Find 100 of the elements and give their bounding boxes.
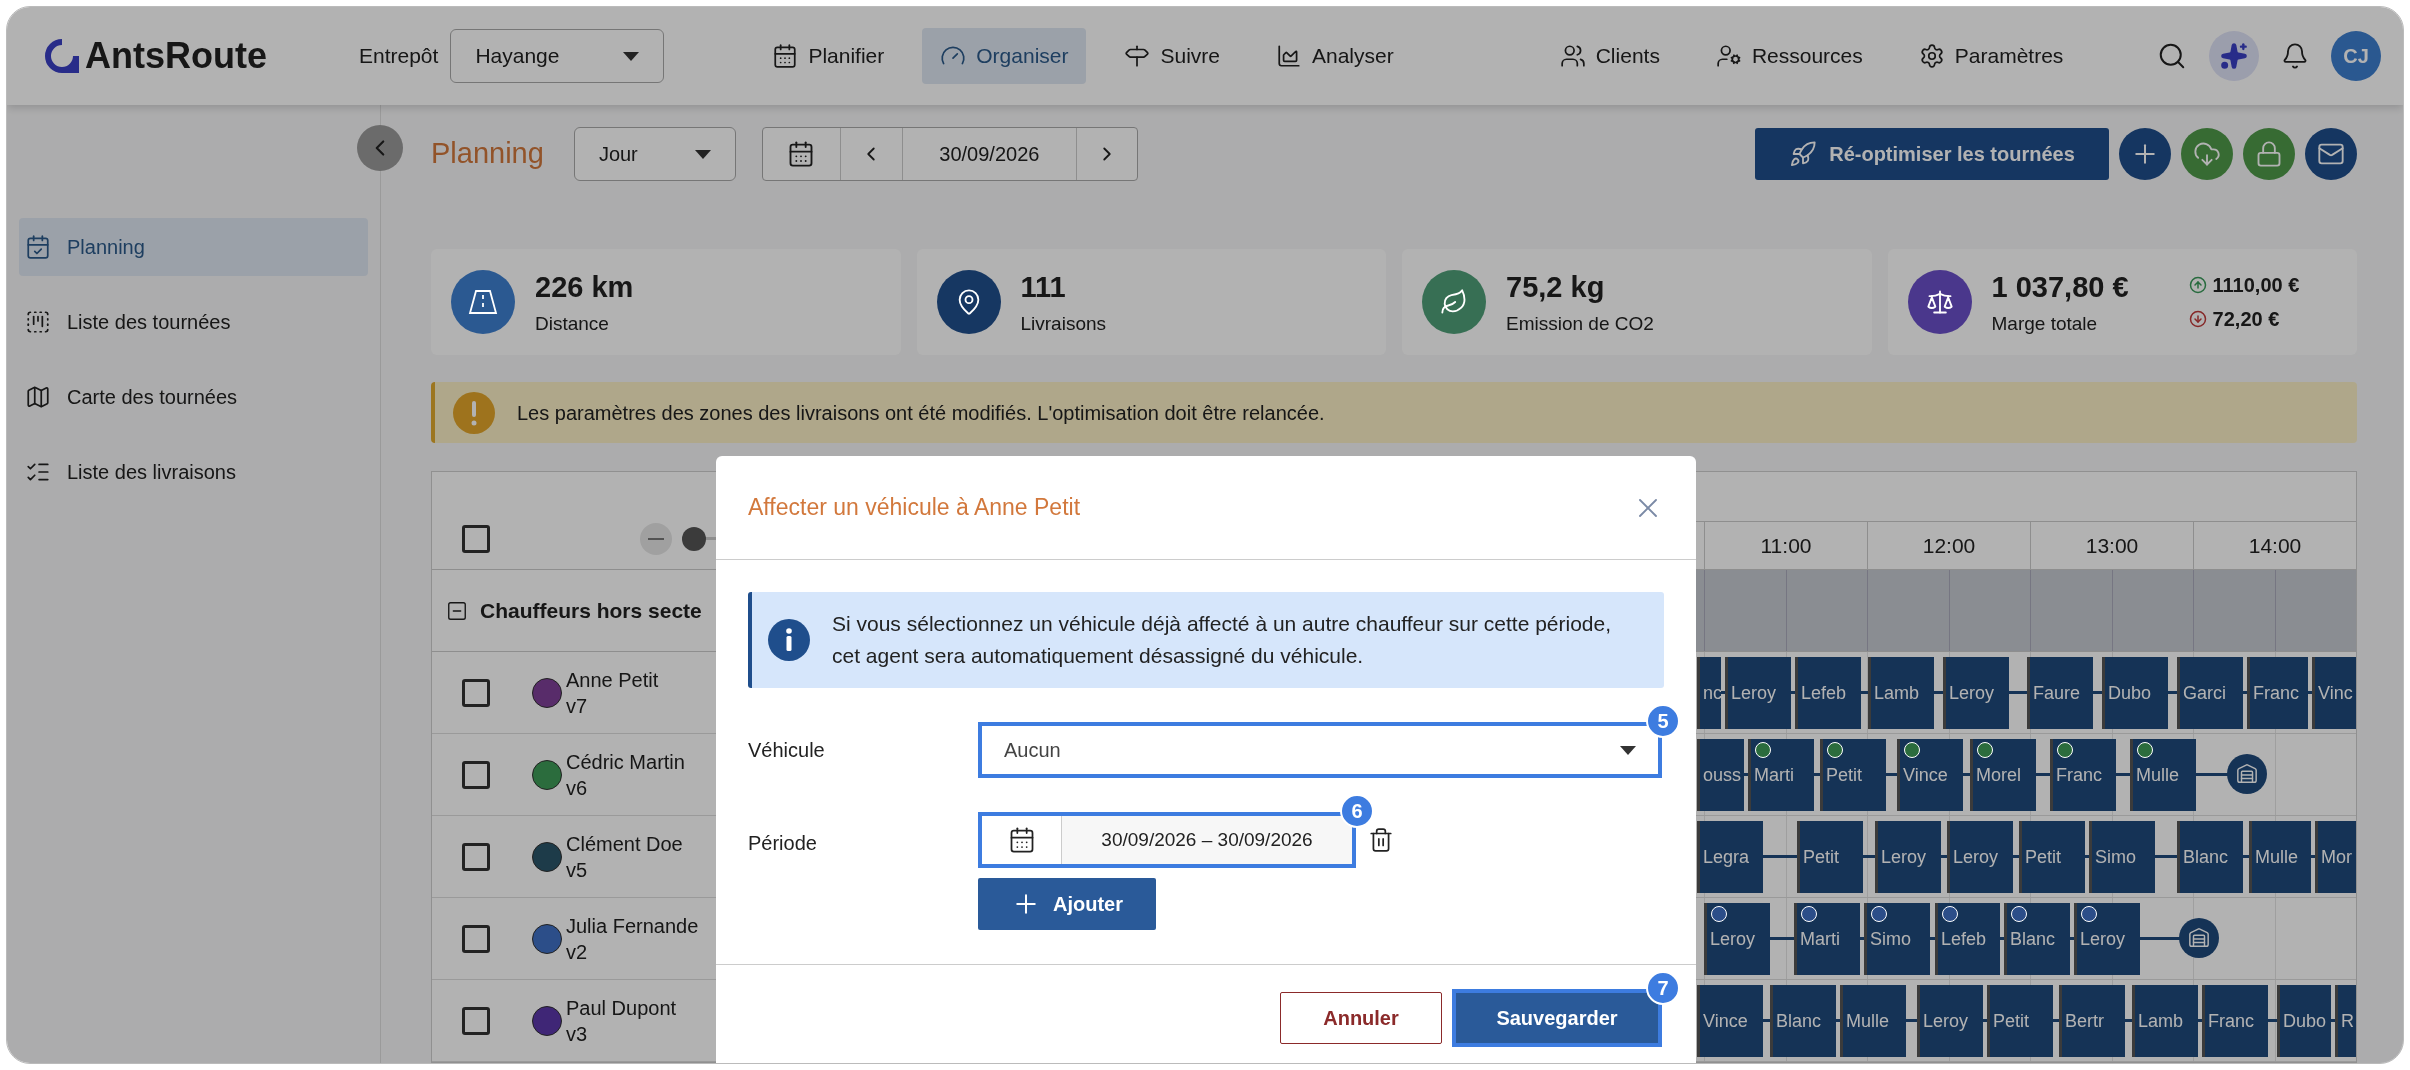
delivery-block[interactable]: Mulle [2130,739,2196,811]
user-avatar[interactable]: CJ [2331,31,2381,81]
delivery-block[interactable]: Garci [2177,657,2243,729]
delivery-block[interactable]: ouss [1697,739,1744,811]
delivery-block[interactable]: Faure [2027,657,2093,729]
optimize-button[interactable]: Ré-optimiser les tournées [1755,128,2109,180]
driver-checkbox[interactable] [462,678,490,707]
delivery-block[interactable]: Leroy [1875,821,1941,893]
delivery-name: Legra [1703,845,1750,869]
delivery-name: Blanc [2183,845,2229,869]
collapse-sidebar-button[interactable] [357,125,403,171]
nav-tab[interactable]: Organiser [922,28,1087,84]
zoom-slider[interactable] [682,525,717,552]
nav-tab[interactable]: Analyser [1258,28,1412,84]
add-period-button[interactable]: Ajouter [978,878,1156,930]
sidebar-item[interactable]: Liste des tournées [19,293,368,351]
dialog-title: Affecter un véhicule à Anne Petit [748,493,1081,523]
delivery-block[interactable]: Blanc [1770,985,1836,1057]
delivery-block[interactable]: Leroy [1917,985,1983,1057]
nav-tab[interactable]: Planifier [754,28,903,84]
delivery-block[interactable]: Simo [2089,821,2155,893]
delivery-block[interactable]: Petit [1987,985,2053,1057]
driver-name: Cédric Martin [566,749,685,775]
driver-checkbox[interactable] [462,924,490,953]
delivery-block[interactable]: Lamb [2132,985,2198,1057]
collapse-group-icon[interactable] [446,599,468,622]
cloud-download-button[interactable] [2181,128,2233,180]
nav-tab[interactable]: Paramètres [1900,28,2082,84]
lock-button[interactable] [2243,128,2295,180]
delivery-block[interactable]: nc [1697,657,1721,729]
cancel-button[interactable]: Annuler [1280,992,1442,1044]
signpost-icon [1124,43,1151,69]
zoom-out-button[interactable] [640,522,672,555]
notifications-icon[interactable] [2281,42,2309,70]
delivery-name: Garci [2183,681,2226,705]
delivery-block[interactable]: Lefeb [1935,903,2000,975]
delivery-block[interactable]: Simo [1864,903,1930,975]
assistant-button[interactable] [2209,31,2259,81]
delivery-name: Leroy [1710,927,1756,951]
delivery-block[interactable]: Leroy [1943,657,2009,729]
delivery-block[interactable]: Leroy [1947,821,2013,893]
delivery-block[interactable]: Marti [1748,739,1814,811]
delivery-block[interactable]: Mor [2315,821,2356,893]
driver-checkbox[interactable] [462,1006,490,1035]
add-button[interactable] [2119,128,2171,180]
select-all-checkbox[interactable] [462,524,490,553]
dropdown-caret-icon [1620,745,1636,755]
delivery-block[interactable]: Vinc [2312,657,2356,729]
scale-icon [1925,288,1954,316]
sidebar-item[interactable]: Liste des livraisons [19,443,368,501]
delivery-block[interactable]: Franc [2247,657,2308,729]
delivery-block[interactable]: Dubo [2102,657,2168,729]
delivery-block[interactable]: Mulle [1840,985,1906,1057]
delivery-name: Mulle [1846,1009,1889,1033]
delivery-block[interactable]: Franc [2050,739,2116,811]
nav-tab[interactable]: Clients [1541,28,1678,84]
delivery-name: Franc [2208,1009,2254,1033]
delivery-block[interactable]: Vince [1897,739,1963,811]
delivery-block[interactable]: Leroy [1725,657,1791,729]
step-badge: 5 [1646,704,1680,738]
delivery-block[interactable]: Morel [1970,739,2036,811]
delivery-block[interactable]: Mulle [2249,821,2311,893]
nav-tab[interactable]: Ressources [1697,28,1881,84]
sidebar-item[interactable]: Carte des tournées [19,368,368,426]
nav-tab[interactable]: Suivre [1106,28,1238,84]
delivery-block[interactable]: Bertr [2059,985,2125,1057]
stat-label: Livraisons [1020,311,1107,336]
delivery-block[interactable]: Vince [1697,985,1763,1057]
mail-button[interactable] [2305,128,2357,180]
delivery-block[interactable]: Lamb [1868,657,1934,729]
view-select[interactable]: Jour [573,127,736,181]
delivery-block[interactable]: Legra [1697,821,1763,893]
sidebar-item[interactable]: Planning [19,218,368,276]
delivery-block[interactable]: R [2335,985,2356,1057]
driver-checkbox[interactable] [462,842,490,871]
delivery-block[interactable]: Petit [1797,821,1863,893]
delete-icon[interactable] [1368,827,1394,853]
delivery-name: nc [1703,681,1721,705]
delivery-block[interactable]: Marti [1794,903,1860,975]
delivery-block[interactable]: Leroy [2074,903,2140,975]
delivery-name: Bertr [2065,1009,2104,1033]
delivery-name: Petit [1826,763,1863,787]
zoom-slider-thumb[interactable] [682,526,706,551]
warning-text: Les paramètres des zones des livraisons ont été modifiés. L'optimisation doit être relancée. [517,400,1325,426]
delivery-block[interactable]: Blanc [2177,821,2243,893]
driver-checkbox[interactable] [462,760,490,789]
delivery-block[interactable]: Lefeb [1795,657,1861,729]
delivery-name: Mulle [2136,763,2179,787]
delivery-name: Leroy [1949,681,1995,705]
vehicle-code: v6 [566,775,589,801]
delivery-block[interactable]: Franc [2202,985,2268,1057]
delivery-block[interactable]: Dubo [2277,985,2331,1057]
delivery-block[interactable]: Leroy [1704,903,1770,975]
search-icon[interactable] [2157,41,2187,71]
delivery-name: Lefeb [1801,681,1847,705]
delivery-block[interactable]: Petit [1820,739,1886,811]
delivery-block[interactable]: Blanc [2004,903,2070,975]
delivery-name: Marti [1754,763,1794,787]
delivery-block[interactable]: Petit [2019,821,2085,893]
warehouse-select[interactable]: Hayange [450,29,665,83]
